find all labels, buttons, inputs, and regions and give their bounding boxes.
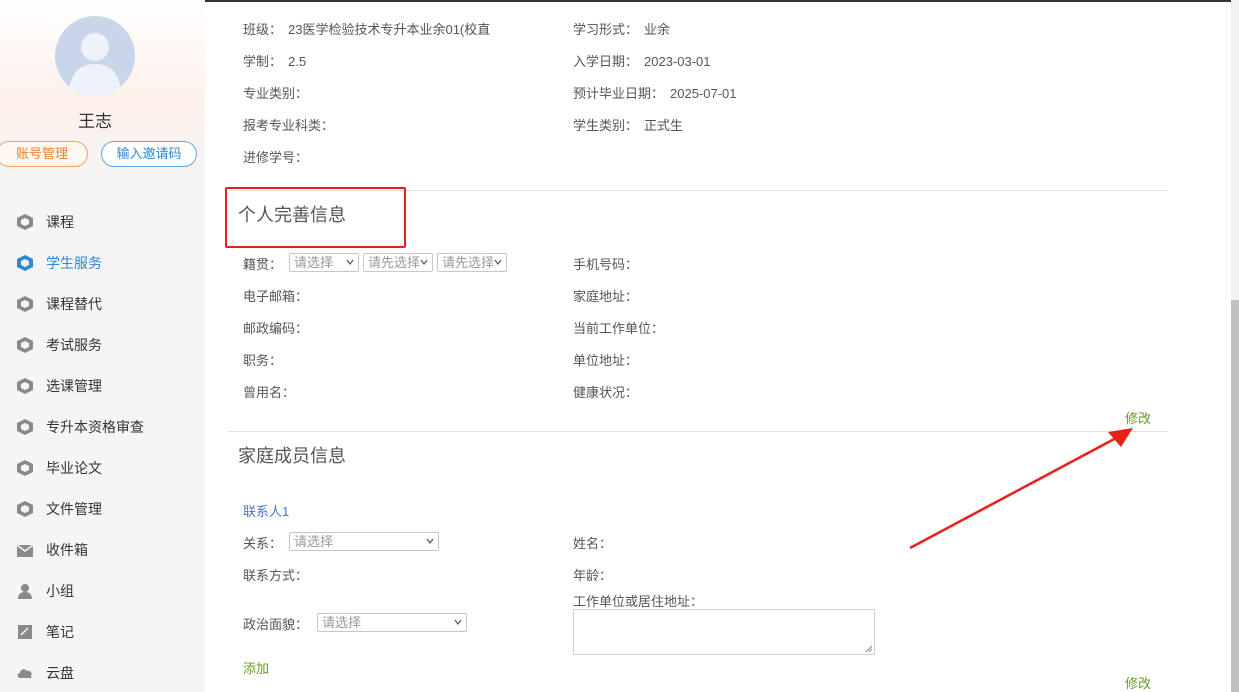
annotation-arrow-icon [909,428,1133,550]
